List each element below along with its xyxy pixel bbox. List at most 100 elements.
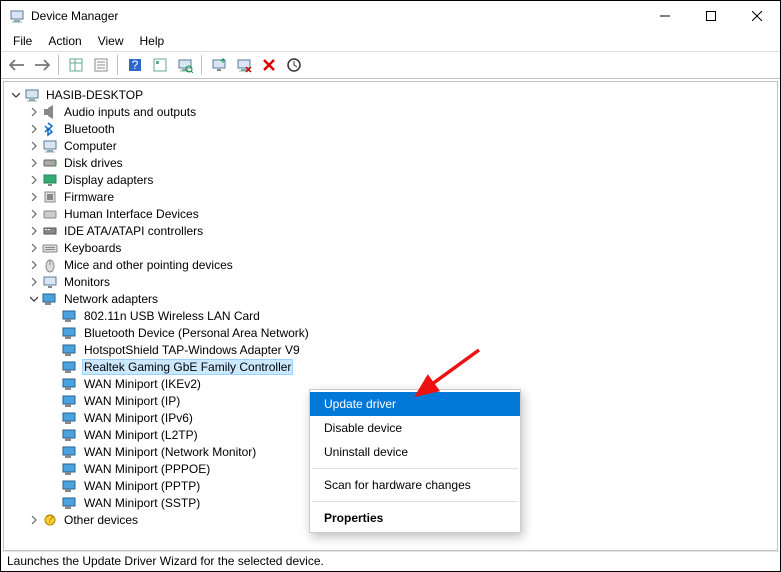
disk-icon <box>42 155 58 171</box>
close-button[interactable] <box>734 1 780 31</box>
tree-item-label: HASIB-DESKTOP <box>44 87 145 103</box>
ctx-sep <box>312 468 518 469</box>
tree-item[interactable]: Network adapters <box>4 290 777 307</box>
tree-item[interactable]: Computer <box>4 137 777 154</box>
ctx-scan[interactable]: Scan for hardware changes <box>310 473 520 497</box>
menu-action[interactable]: Action <box>40 32 89 50</box>
tree-item[interactable]: 802.11n USB Wireless LAN Card <box>4 307 777 324</box>
net-icon <box>62 427 78 443</box>
view-button[interactable] <box>148 54 171 76</box>
tree-item[interactable]: Bluetooth Device (Personal Area Network) <box>4 324 777 341</box>
tree-item-label: WAN Miniport (PPTP) <box>82 478 202 494</box>
maximize-button[interactable] <box>688 1 734 31</box>
tree-item-label: IDE ATA/ATAPI controllers <box>62 223 205 239</box>
tree-item-label: Mice and other pointing devices <box>62 257 235 273</box>
titlebar: Device Manager <box>1 1 780 31</box>
tree-item[interactable]: Human Interface Devices <box>4 205 777 222</box>
scan-button[interactable] <box>173 54 196 76</box>
menu-view[interactable]: View <box>90 32 132 50</box>
tree-item[interactable]: Display adapters <box>4 171 777 188</box>
tree-item[interactable]: Firmware <box>4 188 777 205</box>
hid-icon <box>42 206 58 222</box>
caret-spacer <box>46 495 62 511</box>
tree-item[interactable]: HASIB-DESKTOP <box>4 86 777 103</box>
uninstall-button[interactable] <box>232 54 255 76</box>
tree-item-label: WAN Miniport (IP) <box>82 393 182 409</box>
ctx-properties[interactable]: Properties <box>310 506 520 530</box>
caret-spacer <box>46 427 62 443</box>
tree-item[interactable]: Monitors <box>4 273 777 290</box>
tree-item[interactable]: Realtek Gaming GbE Family Controller <box>4 358 777 375</box>
net-icon <box>62 410 78 426</box>
mouse-icon <box>42 257 58 273</box>
menu-help[interactable]: Help <box>132 32 173 50</box>
minimize-button[interactable] <box>642 1 688 31</box>
tree-item-label: HotspotShield TAP-Windows Adapter V9 <box>82 342 302 358</box>
caret-spacer <box>46 444 62 460</box>
pc-icon <box>42 138 58 154</box>
chevron-right-icon[interactable] <box>26 206 42 222</box>
menu-file[interactable]: File <box>5 32 40 50</box>
svg-text:?: ? <box>131 58 138 72</box>
mon-icon <box>42 274 58 290</box>
ctx-disable-device[interactable]: Disable device <box>310 416 520 440</box>
chevron-right-icon[interactable] <box>26 172 42 188</box>
status-bar: Launches the Update Driver Wizard for th… <box>1 551 780 571</box>
tree-item-label: Computer <box>62 138 119 154</box>
update-driver-button[interactable] <box>207 54 230 76</box>
tree-item[interactable]: Keyboards <box>4 239 777 256</box>
forward-button[interactable] <box>30 54 53 76</box>
back-button[interactable] <box>5 54 28 76</box>
chevron-right-icon[interactable] <box>26 121 42 137</box>
chevron-down-icon[interactable] <box>8 87 24 103</box>
app-icon <box>9 8 25 24</box>
chevron-right-icon[interactable] <box>26 274 42 290</box>
enable-button[interactable] <box>282 54 305 76</box>
chevron-right-icon[interactable] <box>26 257 42 273</box>
net-icon <box>62 495 78 511</box>
pc-icon <box>24 87 40 103</box>
tree-item-label: Display adapters <box>62 172 155 188</box>
chevron-right-icon[interactable] <box>26 104 42 120</box>
tree-item-label: Firmware <box>62 189 116 205</box>
tree-item-label: Bluetooth Device (Personal Area Network) <box>82 325 311 341</box>
tree-item-label: WAN Miniport (L2TP) <box>82 427 200 443</box>
chevron-right-icon[interactable] <box>26 240 42 256</box>
tree-item-label: WAN Miniport (PPPOE) <box>82 461 212 477</box>
tree-item-label: WAN Miniport (SSTP) <box>82 495 202 511</box>
chevron-right-icon[interactable] <box>26 155 42 171</box>
disable-button[interactable] <box>257 54 280 76</box>
tree-item[interactable]: Bluetooth <box>4 120 777 137</box>
net-icon <box>62 308 78 324</box>
tree-item-label: Network adapters <box>62 291 160 307</box>
net-icon <box>62 478 78 494</box>
tree-item-label: Monitors <box>62 274 112 290</box>
context-menu: Update driver Disable device Uninstall d… <box>309 389 521 533</box>
net-icon <box>62 376 78 392</box>
ctx-uninstall-device[interactable]: Uninstall device <box>310 440 520 464</box>
tree-item-label: Other devices <box>62 512 140 528</box>
chevron-right-icon[interactable] <box>26 223 42 239</box>
tree-item[interactable]: HotspotShield TAP-Windows Adapter V9 <box>4 341 777 358</box>
tree-item[interactable]: Mice and other pointing devices <box>4 256 777 273</box>
window-title: Device Manager <box>31 9 642 23</box>
ctx-update-driver[interactable]: Update driver <box>310 392 520 416</box>
ctx-sep <box>312 501 518 502</box>
audio-icon <box>42 104 58 120</box>
tree-item-label: Bluetooth <box>62 121 117 137</box>
chevron-right-icon[interactable] <box>26 138 42 154</box>
chevron-down-icon[interactable] <box>26 291 42 307</box>
chevron-right-icon[interactable] <box>26 512 42 528</box>
tree-item-label: Realtek Gaming GbE Family Controller <box>82 359 293 375</box>
net-icon <box>42 291 58 307</box>
help-button[interactable]: ? <box>123 54 146 76</box>
tree-item[interactable]: Audio inputs and outputs <box>4 103 777 120</box>
chevron-right-icon[interactable] <box>26 189 42 205</box>
fw-icon <box>42 189 58 205</box>
properties-button[interactable] <box>89 54 112 76</box>
show-hidden-button[interactable] <box>64 54 87 76</box>
tree-item[interactable]: Disk drives <box>4 154 777 171</box>
other-icon <box>42 512 58 528</box>
tree-item[interactable]: IDE ATA/ATAPI controllers <box>4 222 777 239</box>
net-icon <box>62 444 78 460</box>
